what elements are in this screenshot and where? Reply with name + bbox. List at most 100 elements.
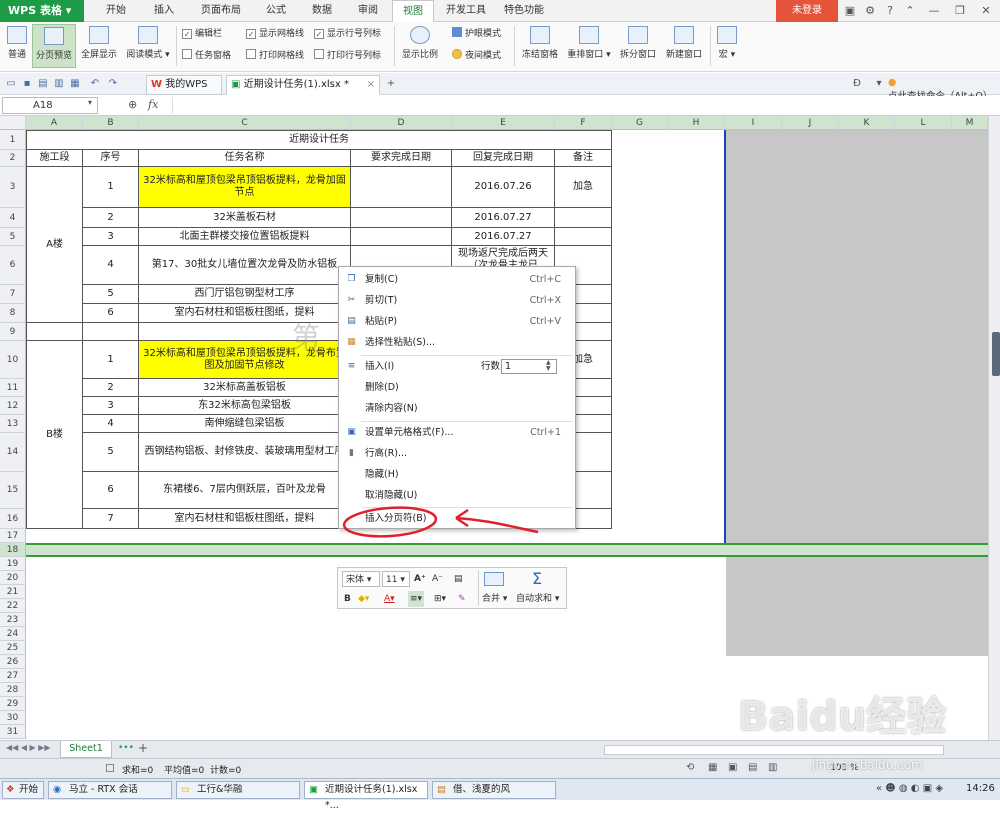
cell-required[interactable] (351, 208, 452, 228)
refresh-icon[interactable]: ⟲ (686, 762, 694, 773)
night-mode-button[interactable]: 夜间模式 (452, 48, 501, 64)
row-header[interactable]: 31 (0, 725, 26, 739)
page-break-preview-button[interactable]: 分页预览 (32, 24, 76, 68)
reading-mode-button[interactable]: 阅读模式 ▾ (122, 24, 174, 68)
cell-task[interactable]: 32米标高盖板铝板 (139, 379, 351, 397)
row-header[interactable]: 17 (0, 529, 26, 543)
zoom-button[interactable]: 显示比例 (398, 24, 442, 68)
page-break-status-icon[interactable]: ▤ (748, 762, 757, 773)
save-icon[interactable]: ▪ (20, 77, 34, 91)
cell-no[interactable]: 2 (83, 379, 139, 397)
formula-bar-check[interactable]: ✓ 编辑栏 (182, 26, 222, 42)
column-header-a[interactable]: A (26, 116, 83, 130)
cell-task[interactable]: 北面主群楼交接位置铝板提料 (139, 228, 351, 246)
column-header-i[interactable]: I (725, 116, 782, 130)
print-icon[interactable]: ▤ (36, 77, 50, 91)
row-header[interactable]: 14 (0, 433, 26, 472)
tray-icons[interactable]: « ☻ ◍ ◐ ▣ ◈ (876, 783, 943, 794)
autosum-button[interactable]: 自动求和 ▾ (516, 591, 559, 607)
undo-icon[interactable]: ↶ (88, 77, 102, 91)
row-header[interactable]: 15 (0, 472, 26, 509)
row-header[interactable]: 9 (0, 323, 26, 341)
cell-task[interactable]: 西门厅铝包钢型材工序 (139, 285, 351, 304)
menu-item-row-height[interactable]: ▮ 行高(R)... (339, 443, 575, 464)
new-window-button[interactable]: 新建窗口 (662, 24, 706, 68)
freeze-panes-button[interactable]: 冻结窗格 (518, 24, 562, 68)
row-header[interactable]: 7 (0, 285, 26, 304)
new-tab-icon[interactable]: + (384, 77, 398, 91)
cell-note[interactable] (555, 228, 612, 246)
row-header[interactable]: 27 (0, 669, 26, 683)
close-tab-icon[interactable]: × (367, 76, 375, 94)
taskbar-rtx[interactable]: ◉ 马立 - RTX 会话 (48, 781, 172, 799)
cell-task[interactable]: 东裙楼6、7层内侧跃层，百叶及龙骨 (139, 472, 351, 509)
tab-developer[interactable]: 开发工具 (440, 0, 492, 22)
cell-no[interactable]: 5 (83, 285, 139, 304)
font-select[interactable]: 宋体 ▾ (342, 571, 380, 587)
row-header[interactable]: 20 (0, 571, 26, 585)
cell-note[interactable]: 加急 (555, 167, 612, 208)
help-icon[interactable]: ? (882, 3, 898, 19)
header-note[interactable]: 备注 (555, 150, 612, 167)
minimize-icon[interactable]: — (926, 3, 942, 19)
taskbar-chat[interactable]: ▤ 借、浅夏的风 (432, 781, 556, 799)
shirt-icon[interactable]: ⚙ (862, 3, 878, 19)
side-panel-handle[interactable] (992, 332, 1000, 376)
taskbar-wps[interactable]: ▣ 近期设计任务(1).xlsx *... (304, 781, 428, 811)
cell-no[interactable]: 5 (83, 433, 139, 472)
arrange-windows-button[interactable]: 重排窗口 ▾ (564, 24, 614, 68)
cell-task[interactable]: 南伸缩缝包梁铝板 (139, 415, 351, 433)
row-header[interactable]: 29 (0, 697, 26, 711)
macro-record-icon[interactable] (106, 764, 114, 772)
fx-icon[interactable]: fx (148, 98, 158, 111)
restore-ribbon-icon[interactable]: ⌃ (902, 3, 918, 19)
cell-no[interactable]: 1 (83, 341, 139, 379)
format-icon[interactable]: ▤ (454, 571, 463, 587)
cell-no[interactable]: 2 (83, 208, 139, 228)
font-color-icon[interactable]: A▾ (384, 591, 395, 607)
menu-item-hide[interactable]: 隐藏(H) (339, 464, 575, 485)
row-header[interactable]: 16 (0, 509, 26, 529)
login-button[interactable]: 未登录 (776, 0, 838, 22)
name-box[interactable]: A18 (2, 97, 98, 114)
row-header[interactable]: 2 (0, 150, 26, 167)
row-header[interactable]: 21 (0, 585, 26, 599)
sheet-nav-icons[interactable]: ◀◀ ◀ ▶ ▶▶ (6, 743, 51, 752)
spin-arrows-icon[interactable]: ▲ ▼ (546, 360, 551, 372)
cell-no[interactable]: 3 (83, 397, 139, 415)
preview-icon[interactable]: ▦ (68, 77, 82, 91)
cell-no[interactable]: 4 (83, 415, 139, 433)
split-window-button[interactable]: 拆分窗口 (616, 24, 660, 68)
cell-task[interactable]: 东32米标高包梁铝板 (139, 397, 351, 415)
align-icon[interactable]: ≡▾ (408, 591, 425, 607)
more-sheets-icon[interactable]: ••• (118, 743, 134, 753)
menu-item-paste[interactable]: ▤ 粘贴(P) Ctrl+V (339, 311, 575, 332)
cell-task[interactable]: 西钢结构铝板、封修铁皮、装玻璃用型材工序 (139, 433, 351, 472)
header-required-date[interactable]: 要求完成日期 (351, 150, 452, 167)
cell-reply[interactable]: 2016.07.26 (452, 167, 555, 208)
tab-data[interactable]: 数据 (302, 0, 342, 22)
pdf-icon[interactable]: ▥ (52, 77, 66, 91)
cell-no[interactable]: 4 (83, 246, 139, 285)
increase-font-icon[interactable]: A⁺ (414, 571, 426, 587)
column-header-l[interactable]: L (895, 116, 952, 130)
cell-task[interactable]: 32米标高和屋顶包梁吊顶铝板提料，龙骨加固节点 (139, 167, 351, 208)
column-header-j[interactable]: J (782, 116, 839, 130)
column-header-b[interactable]: B (83, 116, 139, 130)
full-screen-button[interactable]: 全屏显示 (78, 24, 120, 68)
row-header[interactable]: 22 (0, 599, 26, 613)
page-layout-status-icon[interactable]: ▣ (728, 762, 737, 773)
cell-task[interactable]: 32米盖板石材 (139, 208, 351, 228)
tab-home[interactable]: 开始 (96, 0, 136, 22)
row-header[interactable]: 23 (0, 613, 26, 627)
tab-view[interactable]: 视图 (392, 0, 434, 22)
cell-reply[interactable]: 2016.07.27 (452, 208, 555, 228)
row-header[interactable]: 8 (0, 304, 26, 323)
show-gridlines-check[interactable]: ✓ 显示网格线 (246, 26, 304, 42)
format-painter-icon[interactable]: ✎ (458, 591, 466, 607)
merge-button[interactable]: 合并 ▾ (482, 591, 507, 607)
tab-formula[interactable]: 公式 (256, 0, 296, 22)
tab-features[interactable]: 特色功能 (498, 0, 550, 22)
close-icon[interactable]: ✕ (978, 3, 994, 19)
sigma-icon[interactable]: Σ (532, 569, 542, 588)
